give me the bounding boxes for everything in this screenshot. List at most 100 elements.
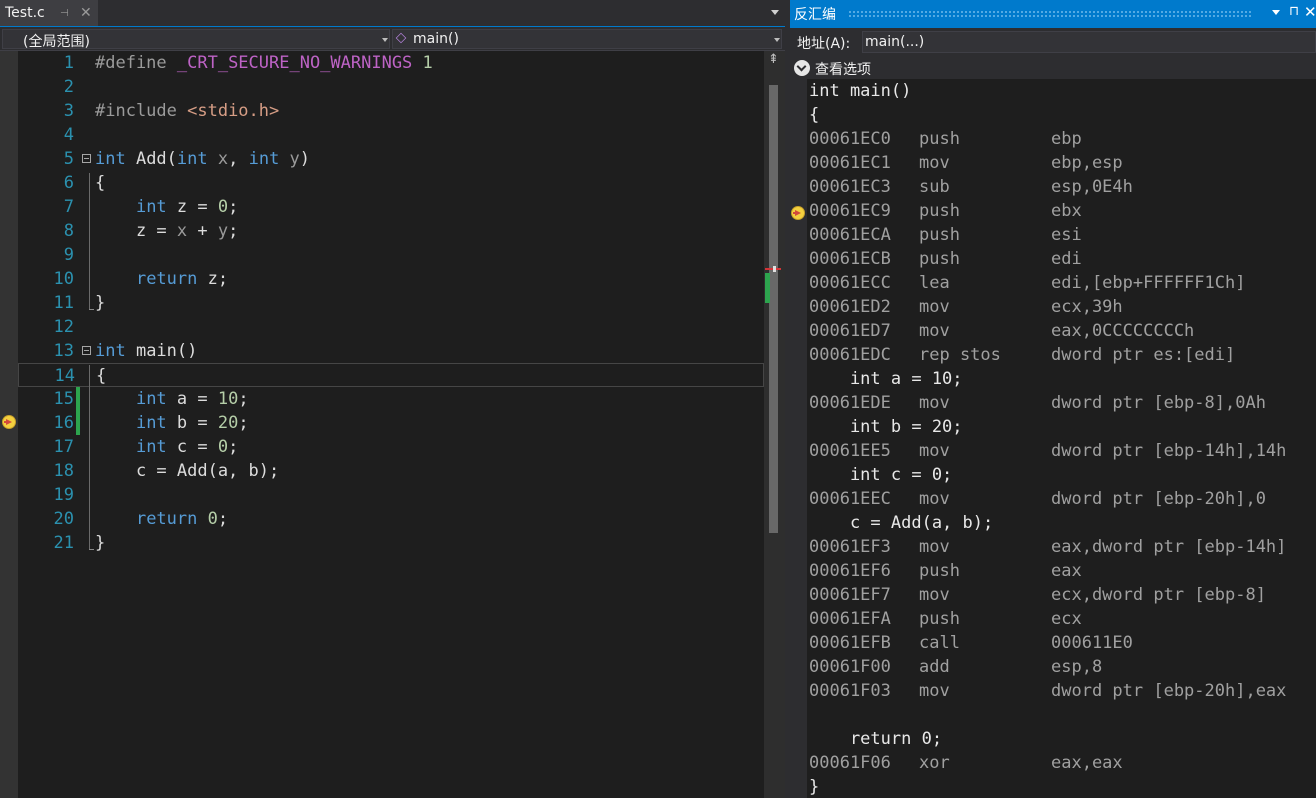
instruction-line[interactable]: 00061ED2 mov ecx,39h: [809, 295, 1316, 319]
source-text: int b = 20;: [809, 417, 963, 437]
code-token: }: [95, 293, 106, 313]
disassembly-title-bar[interactable]: 反汇编 ⊓ ✕: [790, 0, 1316, 28]
code-line[interactable]: 17 int c = 0;: [18, 435, 764, 459]
code-text: #define _CRT_SECURE_NO_WARNINGS 1: [95, 51, 433, 75]
instruction-operands: dword ptr es:[edi]: [1051, 345, 1236, 365]
disassembly-margin[interactable]: [790, 79, 807, 798]
code-line[interactable]: 21}: [18, 531, 764, 555]
instruction-line[interactable]: 00061EFB call 000611E0: [809, 631, 1316, 655]
collapse-icon[interactable]: [82, 346, 91, 355]
chevron-down-icon: [774, 38, 780, 42]
code-text: c = Add(a, b);: [95, 459, 279, 483]
source-line[interactable]: int b = 20;: [809, 415, 1316, 439]
drag-grip[interactable]: [848, 10, 1253, 17]
code-line[interactable]: 15 int a = 10;: [18, 387, 764, 411]
code-line[interactable]: 11}: [18, 291, 764, 315]
window-menu-dropdown-icon[interactable]: [1272, 10, 1280, 15]
outline-guide-end: [89, 549, 94, 550]
instruction-mnemonic: mov: [919, 297, 950, 317]
code-token: Add(: [125, 149, 177, 169]
code-line[interactable]: 12: [18, 315, 764, 339]
instruction-line[interactable]: 00061EDC rep stos dword ptr es:[edi]: [809, 343, 1316, 367]
collapse-icon[interactable]: [82, 154, 91, 163]
instruction-line[interactable]: 00061ECA push esi: [809, 223, 1316, 247]
instruction-line[interactable]: 00061ECB push edi: [809, 247, 1316, 271]
instruction-line[interactable]: 00061EF6 push eax: [809, 559, 1316, 583]
code-line[interactable]: 2: [18, 75, 764, 99]
instruction-operands: eax: [1051, 561, 1082, 581]
source-line[interactable]: int a = 10;: [809, 367, 1316, 391]
pin-icon[interactable]: ⊓: [1289, 4, 1299, 19]
address-input[interactable]: [862, 31, 1316, 53]
source-line[interactable]: [809, 703, 1316, 727]
split-window-icon[interactable]: ⇞: [768, 52, 779, 67]
instruction-line[interactable]: 00061EC1 mov ebp,esp: [809, 151, 1316, 175]
code-line[interactable]: 8 z = x + y;: [18, 219, 764, 243]
instruction-line[interactable]: 00061EF3 mov eax,dword ptr [ebp-14h]: [809, 535, 1316, 559]
tab-test-c[interactable]: Test.c ⊣ ✕: [0, 0, 98, 26]
code-line[interactable]: 1 #define _CRT_SECURE_NO_WARNINGS 1: [18, 51, 764, 75]
code-line[interactable]: 16 int b = 20;: [18, 411, 764, 435]
source-line[interactable]: int main(): [809, 79, 1316, 103]
code-line[interactable]: 6{: [18, 171, 764, 195]
source-line[interactable]: {: [809, 103, 1316, 127]
instruction-line[interactable]: 00061EC9 push ebx: [809, 199, 1316, 223]
code-text: int main(): [95, 339, 197, 363]
instruction-line[interactable]: 00061EC0 push ebp: [809, 127, 1316, 151]
view-options-label[interactable]: 查看选项: [815, 59, 871, 79]
line-number: 7: [63, 197, 74, 217]
code-token: #define: [95, 53, 177, 73]
close-icon[interactable]: ✕: [80, 5, 92, 21]
code-line[interactable]: 20 return 0;: [18, 507, 764, 531]
code-line[interactable]: 9: [18, 243, 764, 267]
source-line[interactable]: int c = 0;: [809, 463, 1316, 487]
code-line[interactable]: 14 {: [18, 363, 764, 387]
source-line[interactable]: }: [809, 775, 1316, 798]
instruction-line[interactable]: 00061F03 mov dword ptr [ebp-20h],eax: [809, 679, 1316, 703]
instruction-address: 00061EDE: [809, 393, 891, 413]
function-dropdown[interactable]: main(): [392, 29, 782, 49]
tab-overflow-dropdown-icon[interactable]: [771, 10, 779, 15]
instruction-line[interactable]: 00061ED7 mov eax,0CCCCCCCCh: [809, 319, 1316, 343]
instruction-line[interactable]: 00061EE5 mov dword ptr [ebp-14h],14h: [809, 439, 1316, 463]
scrollbar-thumb[interactable]: [769, 85, 778, 533]
code-line[interactable]: 10 return z;: [18, 267, 764, 291]
code-line[interactable]: 18 c = Add(a, b);: [18, 459, 764, 483]
instruction-line[interactable]: 00061EC3 sub esp,0E4h: [809, 175, 1316, 199]
instruction-line[interactable]: 00061F06 xor eax,eax: [809, 751, 1316, 775]
instruction-operands: eax,dword ptr [ebp-14h]: [1051, 537, 1287, 557]
breakpoint-margin[interactable]: [0, 51, 18, 798]
instruction-line[interactable]: 00061EDE mov dword ptr [ebp-8],0Ah: [809, 391, 1316, 415]
instruction-line[interactable]: 00061EFA push ecx: [809, 607, 1316, 631]
scope-dropdown[interactable]: (全局范围): [2, 29, 390, 50]
code-line[interactable]: 7 int z = 0;: [18, 195, 764, 219]
close-icon[interactable]: ✕: [1304, 3, 1316, 21]
code-text: int Add(int x, int y): [95, 147, 310, 171]
code-line[interactable]: 4: [18, 123, 764, 147]
instruction-pointer-icon: [791, 206, 805, 220]
instruction-line[interactable]: 00061F00 add esp,8: [809, 655, 1316, 679]
code-line[interactable]: 5 int Add(int x, int y): [18, 147, 764, 171]
code-editor: Test.c ⊣ ✕ (全局范围) main() 1 #define _CRT_S…: [0, 0, 785, 798]
source-text: }: [809, 777, 820, 797]
code-text: }: [95, 531, 105, 555]
instruction-operands: dword ptr [ebp-14h],14h: [1051, 441, 1287, 461]
code-text-area[interactable]: 1 #define _CRT_SECURE_NO_WARNINGS 1 2 3 #inc…: [18, 51, 764, 798]
code-line[interactable]: 3 #include <stdio.h>: [18, 99, 764, 123]
source-line[interactable]: return 0;: [809, 727, 1316, 751]
instruction-line[interactable]: 00061EF7 mov ecx,dword ptr [ebp-8]: [809, 583, 1316, 607]
instruction-mnemonic: mov: [919, 537, 950, 557]
instruction-line[interactable]: 00061ECC lea edi,[ebp+FFFFFF1Ch]: [809, 271, 1316, 295]
code-line[interactable]: 13 int main(): [18, 339, 764, 363]
code-token: ): [299, 149, 311, 169]
instruction-address: 00061ECC: [809, 273, 891, 293]
instruction-line[interactable]: 00061EEC mov dword ptr [ebp-20h],0: [809, 487, 1316, 511]
code-line[interactable]: 19: [18, 483, 764, 507]
chevron-down-icon[interactable]: [794, 60, 810, 76]
code-token: {: [96, 366, 107, 386]
source-line[interactable]: c = Add(a, b);: [809, 511, 1316, 535]
pin-icon[interactable]: ⊣: [60, 8, 69, 19]
view-options-bar[interactable]: 查看选项: [790, 55, 1316, 79]
disassembly-text-area[interactable]: int main() {00061EC0 push ebp 00061EC1 mov ebp…: [809, 79, 1316, 798]
